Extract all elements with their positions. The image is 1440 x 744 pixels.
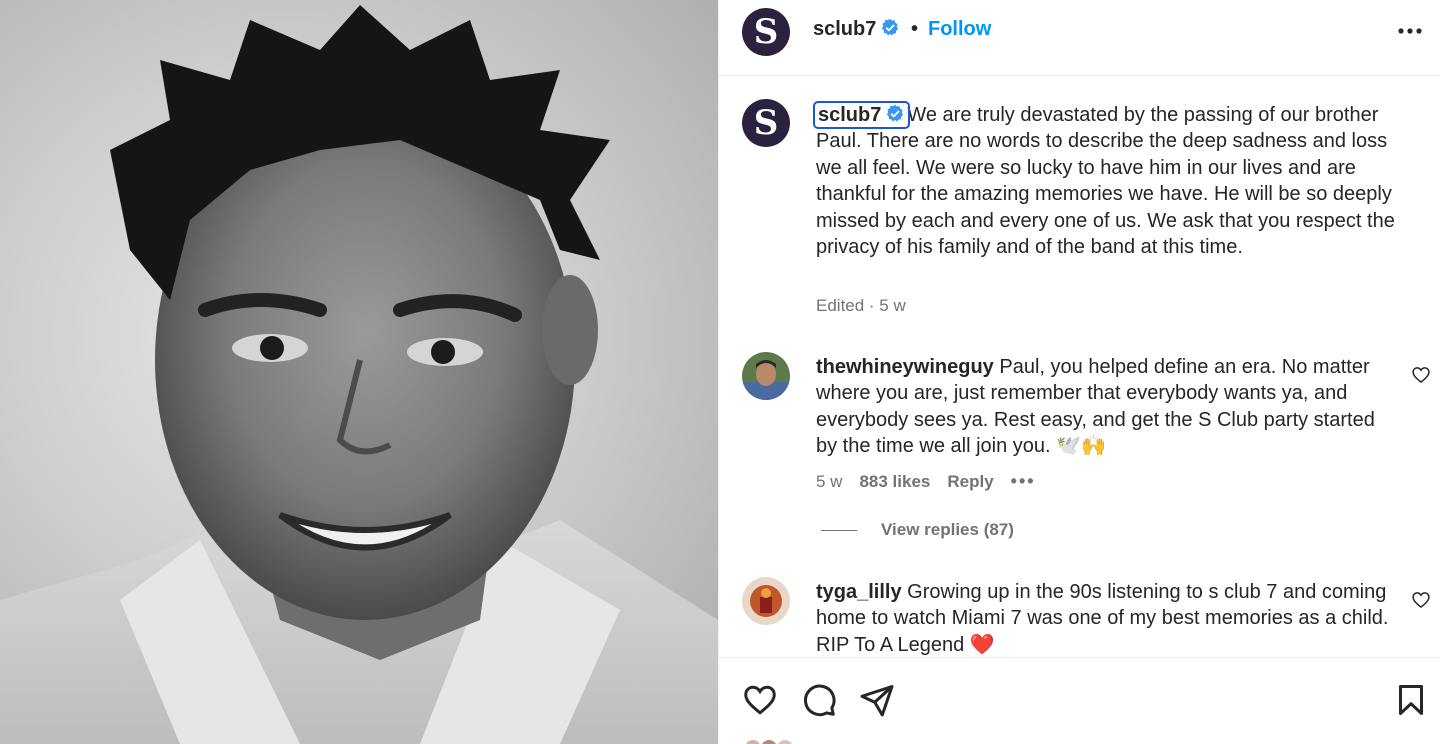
caption-username: sclub7 [818, 104, 882, 126]
comment-meta: 5 w 883 likes Reply ••• [816, 471, 1036, 492]
replies-divider-line [821, 529, 857, 531]
view-replies-button[interactable]: View replies (87) [821, 520, 1014, 540]
avatar-photo [742, 352, 790, 400]
avatar-letter: S [753, 103, 779, 143]
post-actions-bar [719, 657, 1440, 744]
verified-badge-icon [887, 104, 904, 122]
comment-text: Growing up in the 90s listening to s clu… [816, 581, 1389, 655]
commenter-avatar[interactable] [742, 577, 790, 625]
view-replies-label: View replies (87) [881, 520, 1014, 539]
caption-username-link[interactable]: sclub7 [812, 101, 911, 129]
caption-avatar[interactable]: S [742, 99, 790, 147]
avatar-letter: S [753, 12, 779, 52]
post-photo[interactable] [0, 0, 718, 744]
verified-badge-icon [882, 18, 899, 36]
comments-section[interactable]: S sclub7 We are truly devastated by the p… [719, 77, 1440, 655]
liker-avatars [746, 740, 792, 744]
paper-plane-icon[interactable] [859, 682, 895, 718]
comment-age: 5 w [816, 471, 843, 491]
header-username-link[interactable]: sclub7 [813, 18, 900, 41]
comment-username[interactable]: thewhineywineguy [816, 356, 994, 378]
comment-icon[interactable] [801, 682, 837, 718]
bookmark-icon[interactable] [1393, 682, 1429, 718]
post-side-panel: S sclub7 • Follow S sclub7 We are truly d… [718, 0, 1440, 744]
header-username: sclub7 [813, 18, 877, 40]
portrait-image [0, 5, 718, 744]
commenter-avatar[interactable] [742, 352, 790, 400]
comment-like-heart-icon[interactable] [1411, 590, 1431, 610]
comment-more-options[interactable]: ••• [1011, 471, 1036, 492]
comment-text-block: tyga_lilly Growing up in the 90s listeni… [816, 579, 1391, 655]
avatar-photo [742, 577, 790, 625]
caption-text: We are truly devastated by the passing o… [816, 104, 1395, 259]
follow-button[interactable]: Follow [928, 18, 991, 41]
comment-likes[interactable]: 883 likes [859, 472, 930, 492]
post-header: S sclub7 • Follow [719, 0, 1440, 76]
account-avatar[interactable]: S [742, 8, 790, 56]
caption-meta: Edited · 5 w [816, 296, 906, 315]
caption-text-block: sclub7 We are truly devastated by the pas… [812, 101, 1406, 260]
comment-like-heart-icon[interactable] [1411, 365, 1431, 385]
reply-button[interactable]: Reply [947, 472, 993, 492]
comment-text-block: thewhineywineguy Paul, you helped define… [816, 354, 1391, 460]
header-separator: • [911, 18, 919, 40]
heart-icon[interactable] [742, 682, 778, 718]
comment-username[interactable]: tyga_lilly [816, 581, 902, 603]
more-horizontal-icon[interactable] [1395, 18, 1425, 44]
